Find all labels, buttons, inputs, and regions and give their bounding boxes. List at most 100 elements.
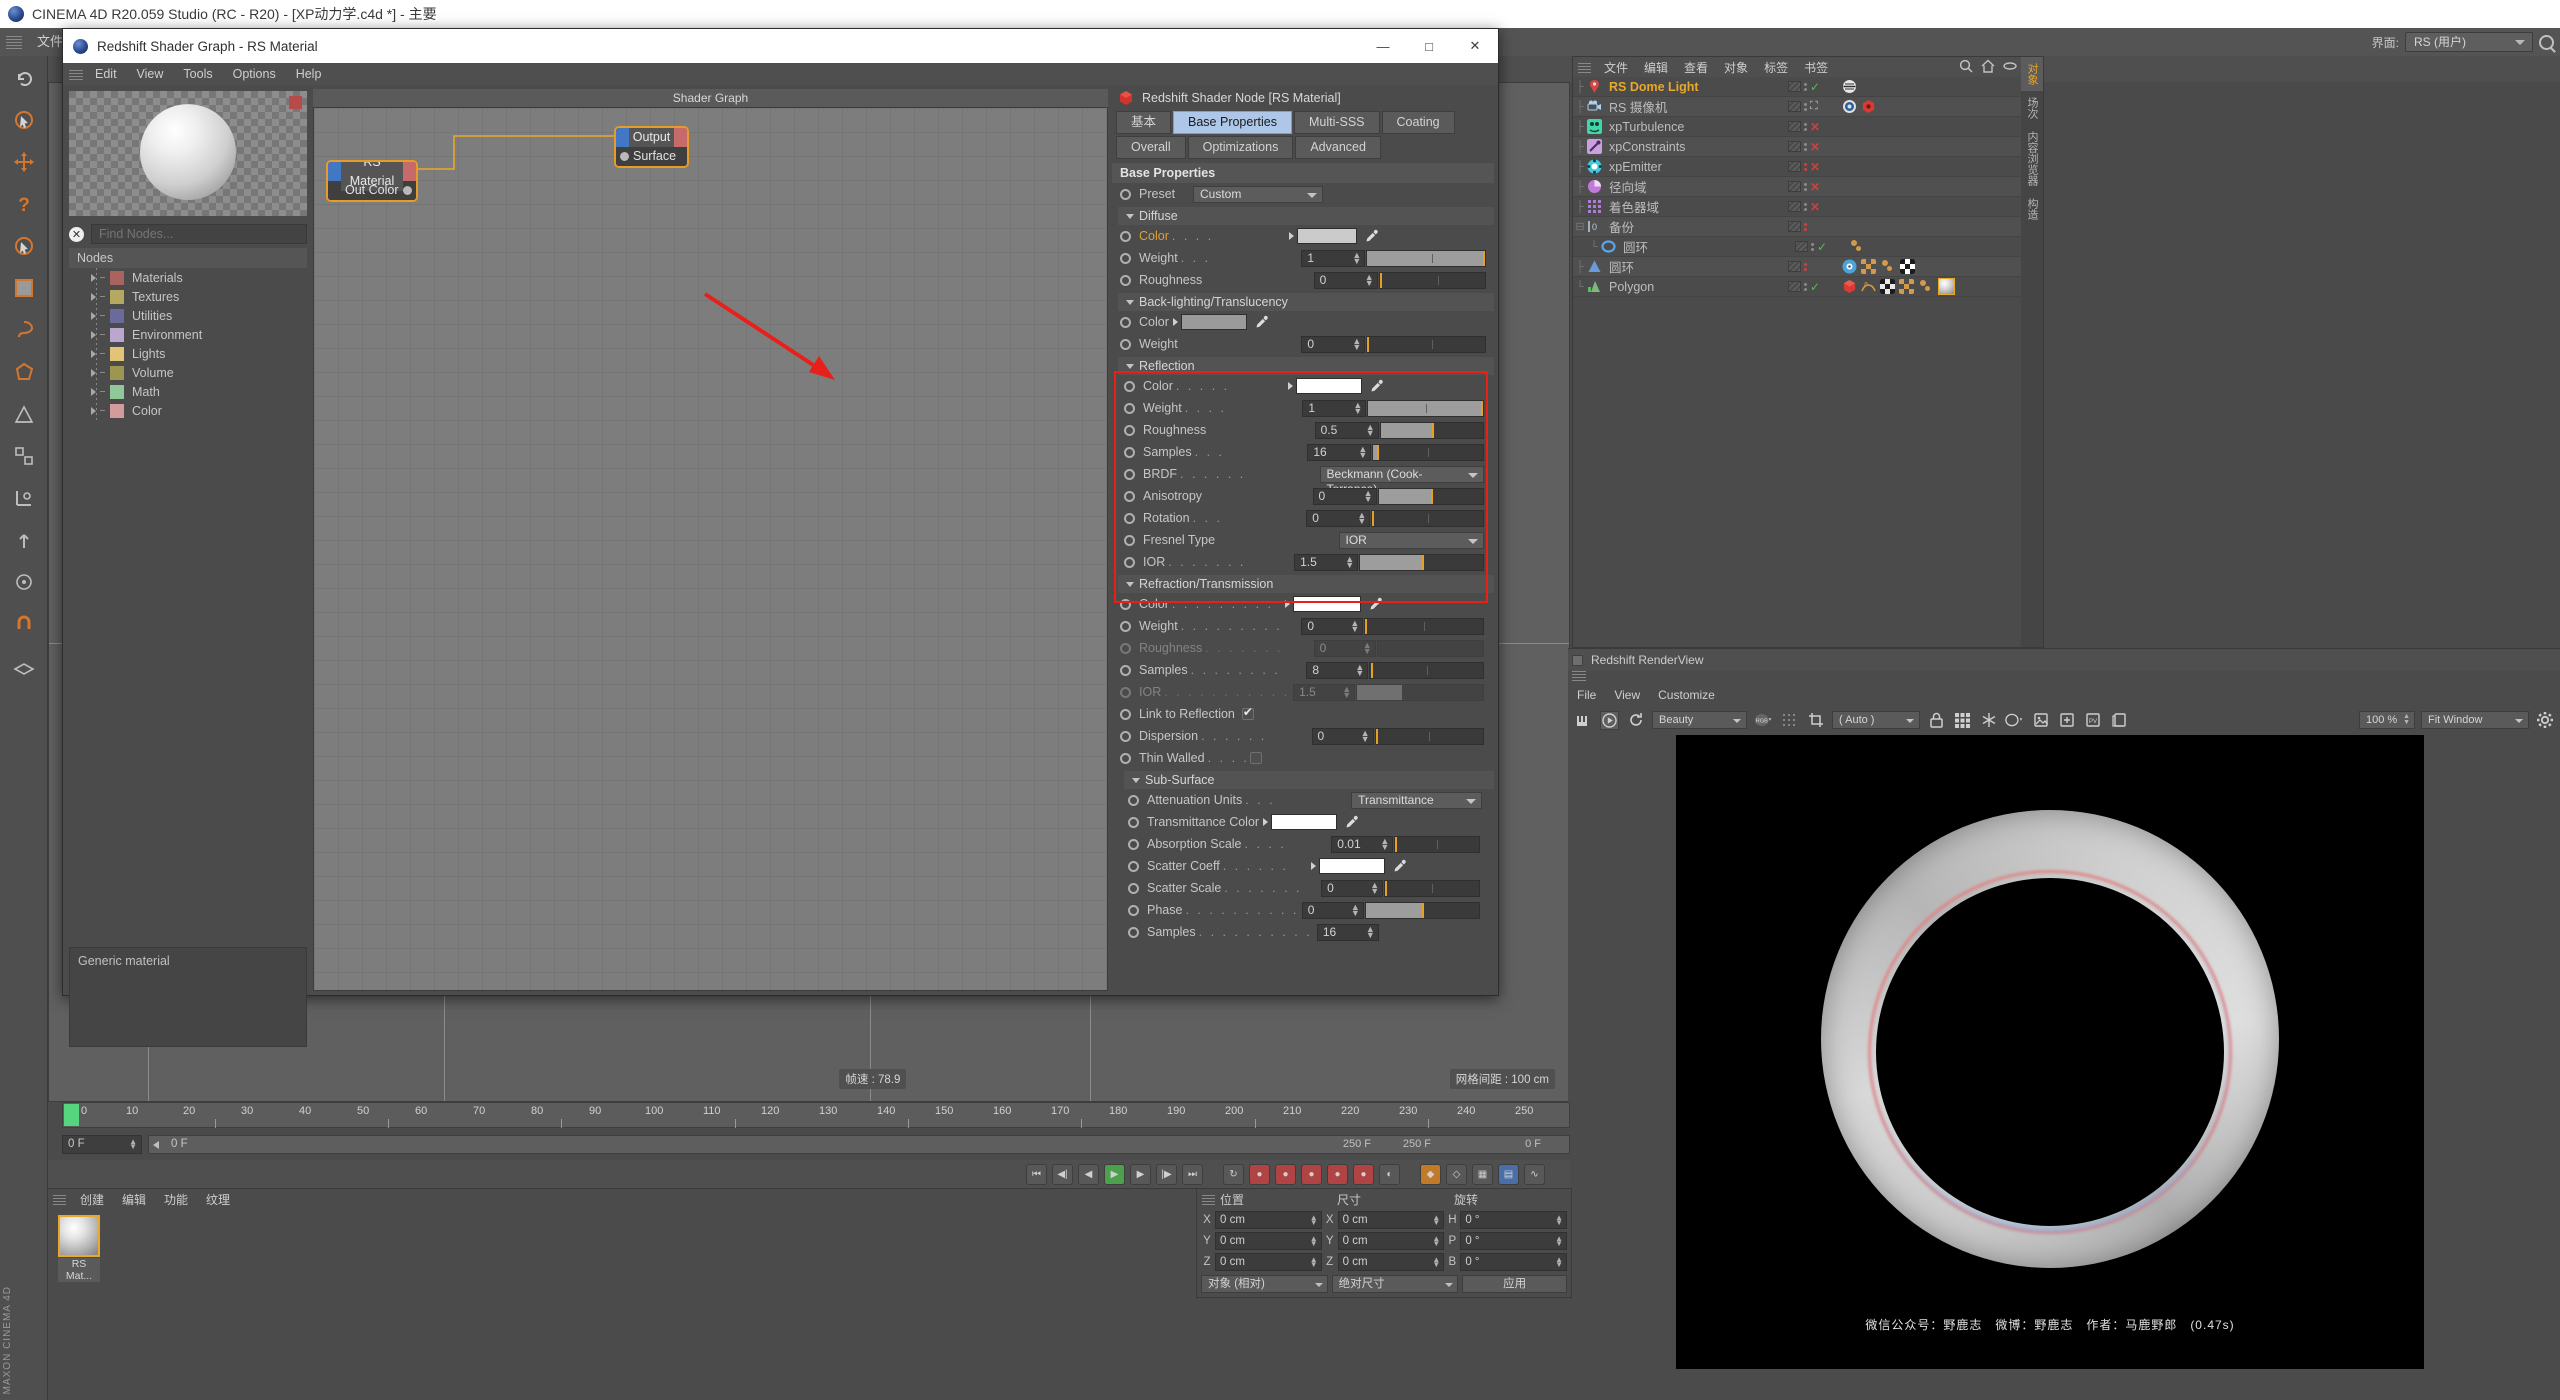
rs-tag-icon[interactable] (1842, 279, 1857, 294)
layer-color-box[interactable] (1788, 81, 1801, 92)
spinner-icon[interactable]: ▲▼ (1555, 1215, 1563, 1225)
disabled-x-icon[interactable]: ✕ (1810, 200, 1820, 214)
diffuse-roughness-input[interactable]: 0▲▼ (1314, 272, 1378, 289)
timeline-playhead[interactable] (64, 1104, 79, 1126)
position-z-input[interactable]: 0 cm▲▼ (1215, 1253, 1322, 1271)
reflection-fresnel-dropdown[interactable]: IOR (1339, 532, 1484, 549)
renderview-image[interactable]: 微信公众号：野鹿志 微博：野鹿志 作者：马鹿野郎 (0.47s) (1676, 735, 2424, 1369)
dispersion-radio-icon[interactable] (1120, 731, 1131, 742)
checker-orange-tag-icon[interactable] (1899, 279, 1914, 294)
axis-tool-icon[interactable] (4, 520, 44, 560)
transmittance-color-swatch[interactable] (1271, 814, 1337, 830)
reflection-samples-input[interactable]: 16▲▼ (1307, 444, 1371, 461)
play-button[interactable]: ▶ (1104, 1164, 1125, 1185)
sg-menu-tools[interactable]: Tools (173, 63, 222, 85)
scale-tool-icon[interactable] (4, 436, 44, 476)
visibility-dots[interactable] (1804, 103, 1807, 111)
refresh-icon[interactable] (1626, 711, 1645, 730)
visibility-dots[interactable] (1804, 83, 1807, 91)
rv-menu-file[interactable]: File (1568, 688, 1605, 702)
material-thumbnail[interactable] (58, 1215, 100, 1257)
checker-tag-icon[interactable] (1861, 259, 1876, 274)
reflection-weight-radio-icon[interactable] (1124, 403, 1135, 414)
find-nodes-input[interactable] (91, 224, 307, 244)
refraction-samples-input[interactable]: 8▲▼ (1306, 662, 1368, 679)
spinner-icon[interactable]: ▲▼ (1366, 926, 1375, 938)
reflection-brdf-radio-icon[interactable] (1124, 469, 1135, 480)
disabled-x-icon[interactable]: ✕ (1810, 180, 1820, 194)
spinner-icon[interactable]: ▲▼ (1352, 252, 1361, 264)
rv-menu-customize[interactable]: Customize (1649, 688, 1724, 702)
refraction-weight-input[interactable]: 0▲▼ (1301, 618, 1363, 635)
object-row-shader-field[interactable]: ├ 着色器域 ✕ (1573, 197, 2021, 217)
spinner-icon[interactable]: ▲▼ (1555, 1257, 1563, 1267)
mm-menu-texture[interactable]: 纹理 (197, 1191, 239, 1208)
mm-menu-function[interactable]: 功能 (155, 1191, 197, 1208)
refraction-samples-radio-icon[interactable] (1120, 665, 1131, 676)
home-icon[interactable] (1981, 59, 1995, 73)
thin-walled-radio-icon[interactable] (1120, 753, 1131, 764)
preset-radio-icon[interactable] (1120, 189, 1131, 200)
scatter-scale-radio-icon[interactable] (1128, 883, 1139, 894)
enabled-check-icon[interactable]: ✓ (1810, 280, 1820, 294)
object-row-rs-dome-light[interactable]: ├ RS Dome Light ✓ (1573, 77, 2021, 97)
tab-advanced[interactable]: Advanced (1295, 136, 1381, 159)
goto-end-button[interactable]: ⏭ (1182, 1164, 1203, 1185)
search-icon[interactable] (1959, 59, 1973, 73)
reflection-ior-input[interactable]: 1.5▲▼ (1294, 554, 1358, 571)
copy-icon[interactable] (2109, 711, 2128, 730)
sg-menu-options[interactable]: Options (223, 63, 286, 85)
scatter-scale-slider[interactable] (1384, 880, 1480, 897)
tree-item-math[interactable]: Math (69, 382, 307, 401)
outcolor-output-port[interactable] (403, 186, 412, 195)
tab-coating[interactable]: Coating (1382, 111, 1455, 134)
scatter-coeff-swatch[interactable] (1319, 858, 1385, 874)
thin-walled-checkbox[interactable] (1250, 752, 1262, 764)
fit-mode-select[interactable]: Fit Window (2421, 711, 2529, 729)
group-header-backlighting[interactable]: Back-lighting/Translucency (1118, 293, 1494, 311)
spinner-icon[interactable]: ▲▼ (1366, 424, 1375, 436)
dots-tag-icon[interactable] (1918, 279, 1934, 294)
circle-icon[interactable] (2005, 711, 2024, 730)
om-menu-bookmarks[interactable]: 书签 (1796, 59, 1836, 76)
chevron-right-icon[interactable] (91, 312, 96, 320)
visibility-dots[interactable] (1804, 203, 1807, 211)
visibility-dots[interactable] (1804, 183, 1807, 191)
spinner-icon[interactable]: ▲▼ (1355, 664, 1364, 676)
object-row-backup[interactable]: ⊟ 0 备份 (1573, 217, 2021, 237)
tree-item-lights[interactable]: Lights (69, 344, 307, 363)
preset-dropdown[interactable]: Custom (1193, 186, 1323, 203)
absorption-scale-radio-icon[interactable] (1128, 839, 1139, 850)
workplane-tool-icon[interactable] (4, 646, 44, 686)
backlight-weight-input[interactable]: 0▲▼ (1301, 336, 1365, 353)
spinner-icon[interactable]: ▲▼ (129, 1139, 137, 1149)
diffuse-color-radio-icon[interactable] (1120, 231, 1131, 242)
object-visibility-controls[interactable]: ✕ (1788, 140, 1836, 154)
spinner-icon[interactable]: ▲▼ (1365, 274, 1374, 286)
timeline-button[interactable]: ▤ (1498, 1164, 1519, 1185)
reflection-weight-input[interactable]: 1▲▼ (1302, 400, 1366, 417)
link-triangle-icon[interactable] (1173, 318, 1178, 326)
fcurve-button[interactable]: ∿ (1524, 1164, 1545, 1185)
grip-icon[interactable] (1572, 671, 1586, 681)
layer-color-box[interactable] (1788, 101, 1801, 112)
reflection-rotation-input[interactable]: 0▲▼ (1306, 510, 1370, 527)
layout-select[interactable]: RS (用户) (2405, 32, 2533, 52)
lasso-tool-icon[interactable] (4, 310, 44, 350)
rotate-tool-icon[interactable] (4, 226, 44, 266)
output-node-row-surface[interactable]: Surface (616, 147, 687, 166)
sg-menu-edit[interactable]: Edit (85, 63, 127, 85)
tree-item-utilities[interactable]: Utilities (69, 306, 307, 325)
object-visibility-controls[interactable]: ⛶ (1788, 100, 1836, 113)
record-params-button[interactable]: ◐ (1379, 1164, 1400, 1185)
eyedropper-icon[interactable] (1344, 814, 1360, 830)
spinner-icon[interactable]: ▲▼ (1361, 730, 1370, 742)
visibility-dots[interactable] (1804, 163, 1807, 171)
visibility-dots[interactable] (1804, 263, 1807, 271)
object-visibility-controls[interactable]: ✕ (1788, 120, 1836, 134)
loop-button[interactable]: ↻ (1223, 1164, 1244, 1185)
phong-tag-icon[interactable]: a (1861, 279, 1876, 294)
tree-item-materials[interactable]: Materials (69, 268, 307, 287)
scatter-scale-input[interactable]: 0▲▼ (1321, 880, 1383, 897)
panel-handle-icon[interactable] (1572, 655, 1583, 666)
